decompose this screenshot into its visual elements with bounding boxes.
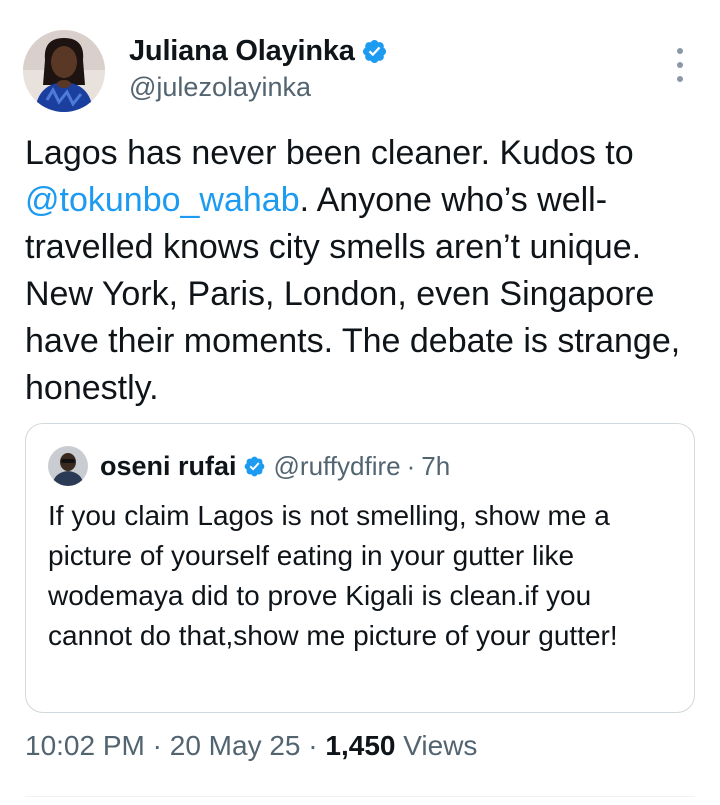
mention-link[interactable]: @tokunbo_wahab: [25, 181, 300, 219]
quoted-author-name: oseni rufai: [100, 450, 237, 481]
tweet-date[interactable]: 20 May 25: [170, 730, 301, 761]
more-dot: [677, 48, 683, 54]
meta-separator: ·: [152, 730, 162, 761]
quoted-timestamp: 7h: [421, 450, 451, 481]
quoted-tweet-text: If you claim Lagos is not smelling, show…: [48, 500, 618, 651]
tweet-text: Lagos has never been cleaner. Kudos to @…: [25, 130, 705, 412]
quoted-tweet-header: oseni rufai @ruffydfire · 7h: [48, 446, 450, 486]
views-label: Views: [403, 730, 478, 761]
tweet-time[interactable]: 10:02 PM: [25, 730, 145, 761]
quoted-separator: ·: [406, 450, 416, 481]
verified-badge-icon: [362, 39, 386, 64]
author-avatar[interactable]: [23, 30, 105, 112]
divider: [25, 796, 695, 797]
author-handle[interactable]: @julezolayinka: [129, 72, 311, 103]
quoted-tweet-card[interactable]: oseni rufai @ruffydfire · 7h If you clai…: [25, 423, 695, 713]
author-name-row: Juliana Olayinka: [129, 35, 388, 68]
more-options-icon[interactable]: [668, 48, 692, 82]
author-name[interactable]: Juliana Olayinka: [129, 35, 355, 68]
more-dot: [677, 62, 683, 68]
quoted-author-handle: @ruffydfire: [273, 450, 401, 481]
quoted-author-avatar: [48, 446, 88, 486]
tweet-text-start: Lagos has never been cleaner. Kudos to: [25, 134, 634, 172]
verified-badge-icon: [244, 456, 264, 476]
meta-separator: ·: [308, 730, 318, 761]
tweet-meta: 10:02 PM · 20 May 25 · 1,450 Views: [25, 730, 477, 762]
views-count: 1,450: [325, 730, 396, 761]
more-dot: [677, 76, 683, 82]
